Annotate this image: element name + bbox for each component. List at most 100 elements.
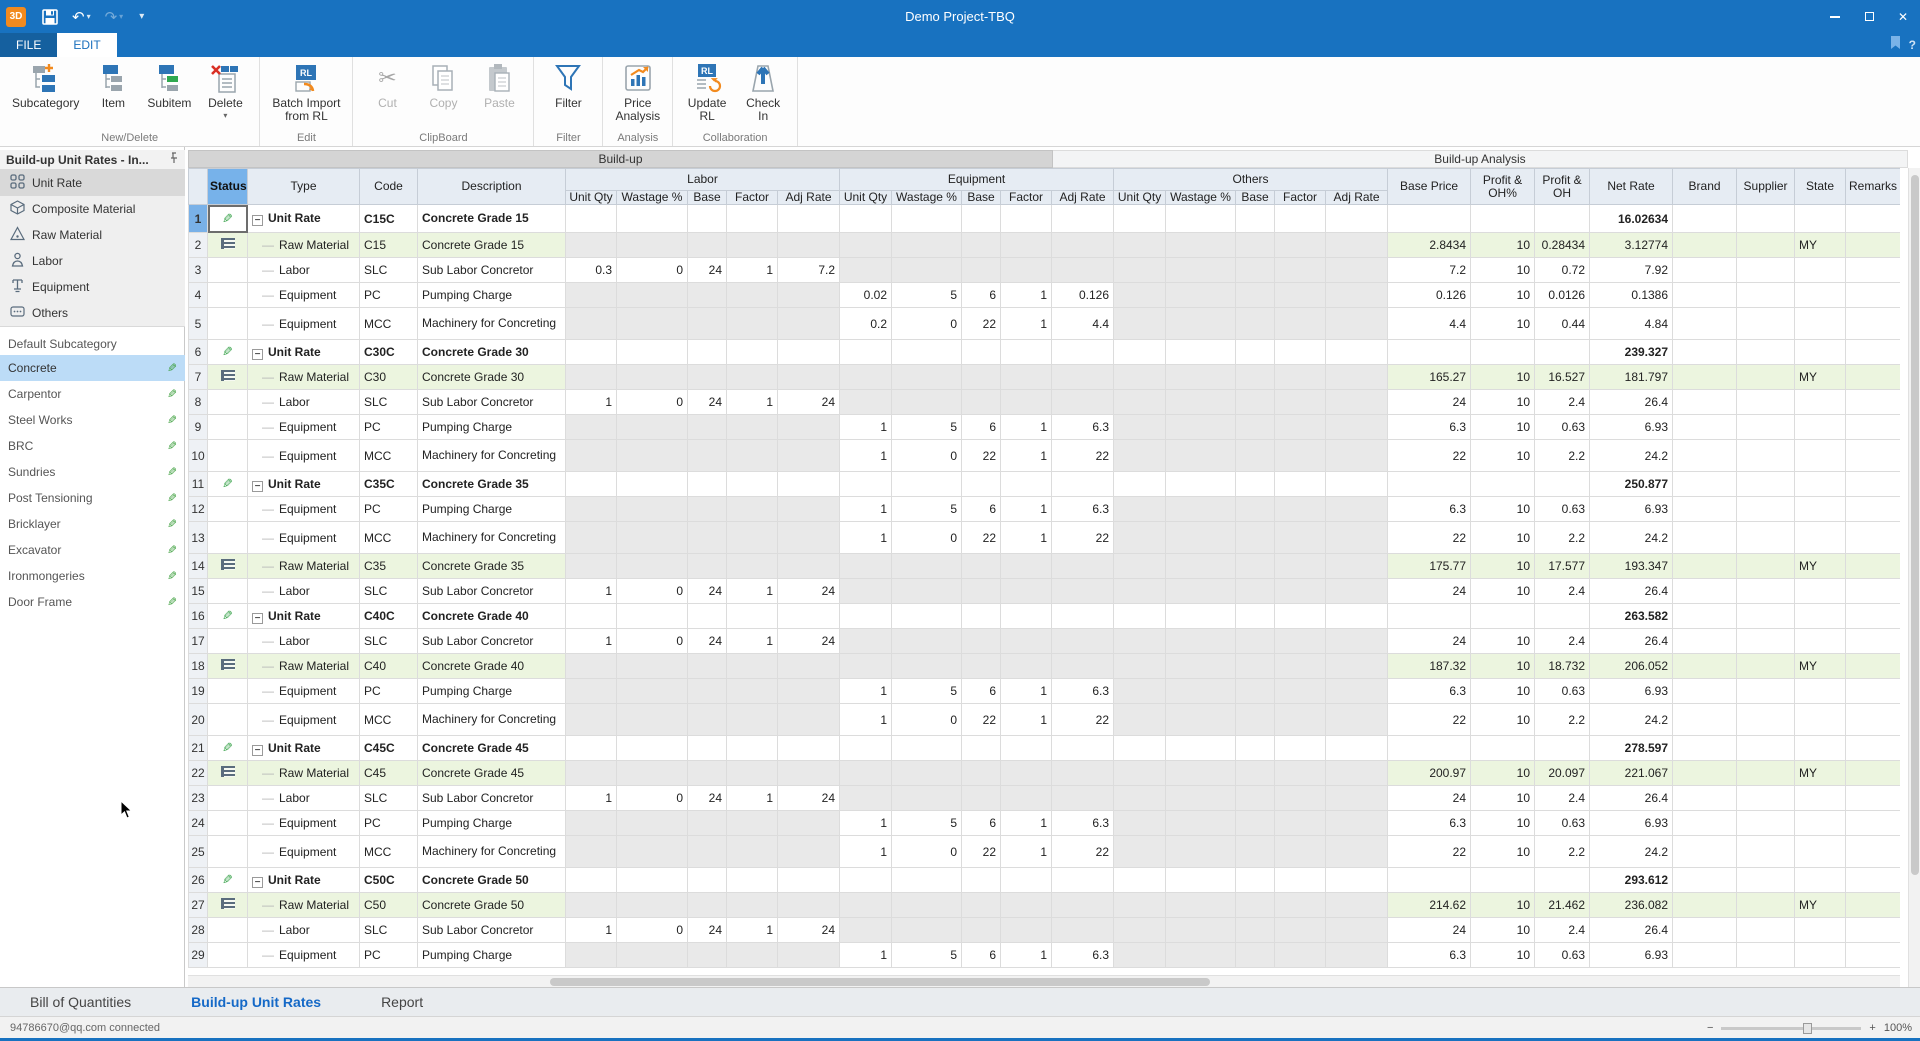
cell-profit-oh[interactable]: 2.4 [1535, 579, 1590, 604]
cell-base-price[interactable]: 175.77 [1388, 554, 1471, 579]
cell-equipment-base[interactable] [962, 340, 1001, 365]
cell-type[interactable]: —Equipment [248, 415, 360, 440]
cell-labor-unit-qty[interactable]: 1 [566, 390, 617, 415]
sidebar-item-unit-rate[interactable]: Unit Rate [0, 170, 185, 196]
cell-others-wastage-%[interactable] [1166, 654, 1236, 679]
cell-state[interactable] [1795, 811, 1846, 836]
row-number-cell[interactable]: 1 [189, 205, 208, 233]
cell-labor-unit-qty[interactable] [566, 308, 617, 340]
cell-type[interactable]: —Equipment [248, 522, 360, 554]
cell-others-base[interactable] [1236, 918, 1275, 943]
cell-others-wastage-%[interactable] [1166, 679, 1236, 704]
zoom-slider-thumb[interactable] [1803, 1023, 1812, 1034]
cell-others-wastage-%[interactable] [1166, 893, 1236, 918]
row-number-cell[interactable]: 13 [189, 522, 208, 554]
cell-equipment-factor[interactable] [1001, 736, 1052, 761]
cell-profit-oh-pct[interactable] [1471, 868, 1535, 893]
cell-equipment-unit-qty[interactable]: 1 [840, 943, 892, 968]
cell-type[interactable]: —Raw Material [248, 233, 360, 258]
cell-profit-oh[interactable]: 2.4 [1535, 629, 1590, 654]
cell-net-rate[interactable]: 250.877 [1590, 472, 1673, 497]
row-number-cell[interactable]: 4 [189, 283, 208, 308]
row-number-cell[interactable]: 20 [189, 704, 208, 736]
cell-others-unit-qty[interactable] [1114, 340, 1166, 365]
cell-base-price[interactable]: 200.97 [1388, 761, 1471, 786]
cell-type[interactable]: —Raw Material [248, 761, 360, 786]
cell-remarks[interactable] [1846, 736, 1900, 761]
cell-state[interactable] [1795, 836, 1846, 868]
cell-status[interactable] [208, 497, 248, 522]
cell-labor-unit-qty[interactable] [566, 604, 617, 629]
cell-code[interactable]: MCC [360, 836, 418, 868]
cell-others-unit-qty[interactable] [1114, 205, 1166, 233]
help-icon[interactable]: ? [1909, 38, 1916, 52]
cell-code[interactable]: MCC [360, 522, 418, 554]
cell-status[interactable]: ✎ [208, 868, 248, 893]
cell-type[interactable]: —Labor [248, 918, 360, 943]
cell-description[interactable]: Sub Labor Concretor [418, 390, 566, 415]
cell-base-price[interactable]: 22 [1388, 522, 1471, 554]
cell-equipment-unit-qty[interactable] [840, 868, 892, 893]
cell-base-price[interactable]: 24 [1388, 390, 1471, 415]
cell-code[interactable]: MCC [360, 440, 418, 472]
cell-equipment-wastage-%[interactable]: 5 [892, 811, 962, 836]
cell-others-base[interactable] [1236, 233, 1275, 258]
collapse-icon[interactable]: − [252, 613, 263, 624]
cell-others-wastage-%[interactable] [1166, 943, 1236, 968]
cell-labor-wastage-%[interactable] [617, 554, 688, 579]
cell-labor-factor[interactable] [727, 554, 778, 579]
cell-equipment-adj-rate[interactable] [1052, 365, 1114, 390]
cell-equipment-factor[interactable] [1001, 390, 1052, 415]
cell-labor-base[interactable] [688, 761, 727, 786]
cell-labor-adj-rate[interactable]: 24 [778, 390, 840, 415]
cell-equipment-unit-qty[interactable]: 1 [840, 836, 892, 868]
cell-profit-oh[interactable]: 2.2 [1535, 836, 1590, 868]
cell-brand[interactable] [1673, 258, 1737, 283]
cell-type[interactable]: —Equipment [248, 283, 360, 308]
cell-brand[interactable] [1673, 811, 1737, 836]
cell-state[interactable] [1795, 704, 1846, 736]
cell-others-base[interactable] [1236, 205, 1275, 233]
cell-equipment-unit-qty[interactable] [840, 654, 892, 679]
cell-brand[interactable] [1673, 943, 1737, 968]
cell-profit-oh[interactable]: 2.4 [1535, 918, 1590, 943]
cell-base-price[interactable]: 4.4 [1388, 308, 1471, 340]
cell-equipment-factor[interactable]: 1 [1001, 679, 1052, 704]
cell-others-base[interactable] [1236, 283, 1275, 308]
cell-labor-adj-rate[interactable] [778, 811, 840, 836]
cell-others-base[interactable] [1236, 497, 1275, 522]
cell-labor-adj-rate[interactable] [778, 440, 840, 472]
cell-others-factor[interactable] [1275, 233, 1326, 258]
subcategory-item-ironmongeries[interactable]: Ironmongeries✎ [0, 563, 185, 589]
cell-status[interactable] [208, 233, 248, 258]
row-number-cell[interactable]: 15 [189, 579, 208, 604]
cell-others-unit-qty[interactable] [1114, 654, 1166, 679]
cell-equipment-base[interactable] [962, 654, 1001, 679]
cell-labor-factor[interactable] [727, 365, 778, 390]
cell-labor-adj-rate[interactable] [778, 308, 840, 340]
cell-profit-oh-pct[interactable]: 10 [1471, 258, 1535, 283]
cell-others-unit-qty[interactable] [1114, 811, 1166, 836]
cell-base-price[interactable]: 22 [1388, 836, 1471, 868]
cell-code[interactable]: PC [360, 943, 418, 968]
cell-type[interactable]: −Unit Rate [248, 604, 360, 629]
horizontal-scrollbar[interactable] [188, 975, 1900, 987]
cell-equipment-adj-rate[interactable] [1052, 579, 1114, 604]
row-number-cell[interactable]: 26 [189, 868, 208, 893]
cell-others-base[interactable] [1236, 340, 1275, 365]
cell-labor-wastage-%[interactable] [617, 440, 688, 472]
cell-labor-adj-rate[interactable] [778, 522, 840, 554]
cell-others-unit-qty[interactable] [1114, 836, 1166, 868]
cell-remarks[interactable] [1846, 579, 1900, 604]
row-number-cell[interactable]: 16 [189, 604, 208, 629]
cell-others-wastage-%[interactable] [1166, 736, 1236, 761]
cell-remarks[interactable] [1846, 390, 1900, 415]
cell-equipment-base[interactable] [962, 258, 1001, 283]
cell-base-price[interactable]: 6.3 [1388, 943, 1471, 968]
cell-others-unit-qty[interactable] [1114, 704, 1166, 736]
cell-supplier[interactable] [1737, 365, 1795, 390]
cell-others-adj-rate[interactable] [1326, 736, 1388, 761]
cell-equipment-unit-qty[interactable] [840, 365, 892, 390]
cell-others-base[interactable] [1236, 868, 1275, 893]
cell-status[interactable] [208, 836, 248, 868]
